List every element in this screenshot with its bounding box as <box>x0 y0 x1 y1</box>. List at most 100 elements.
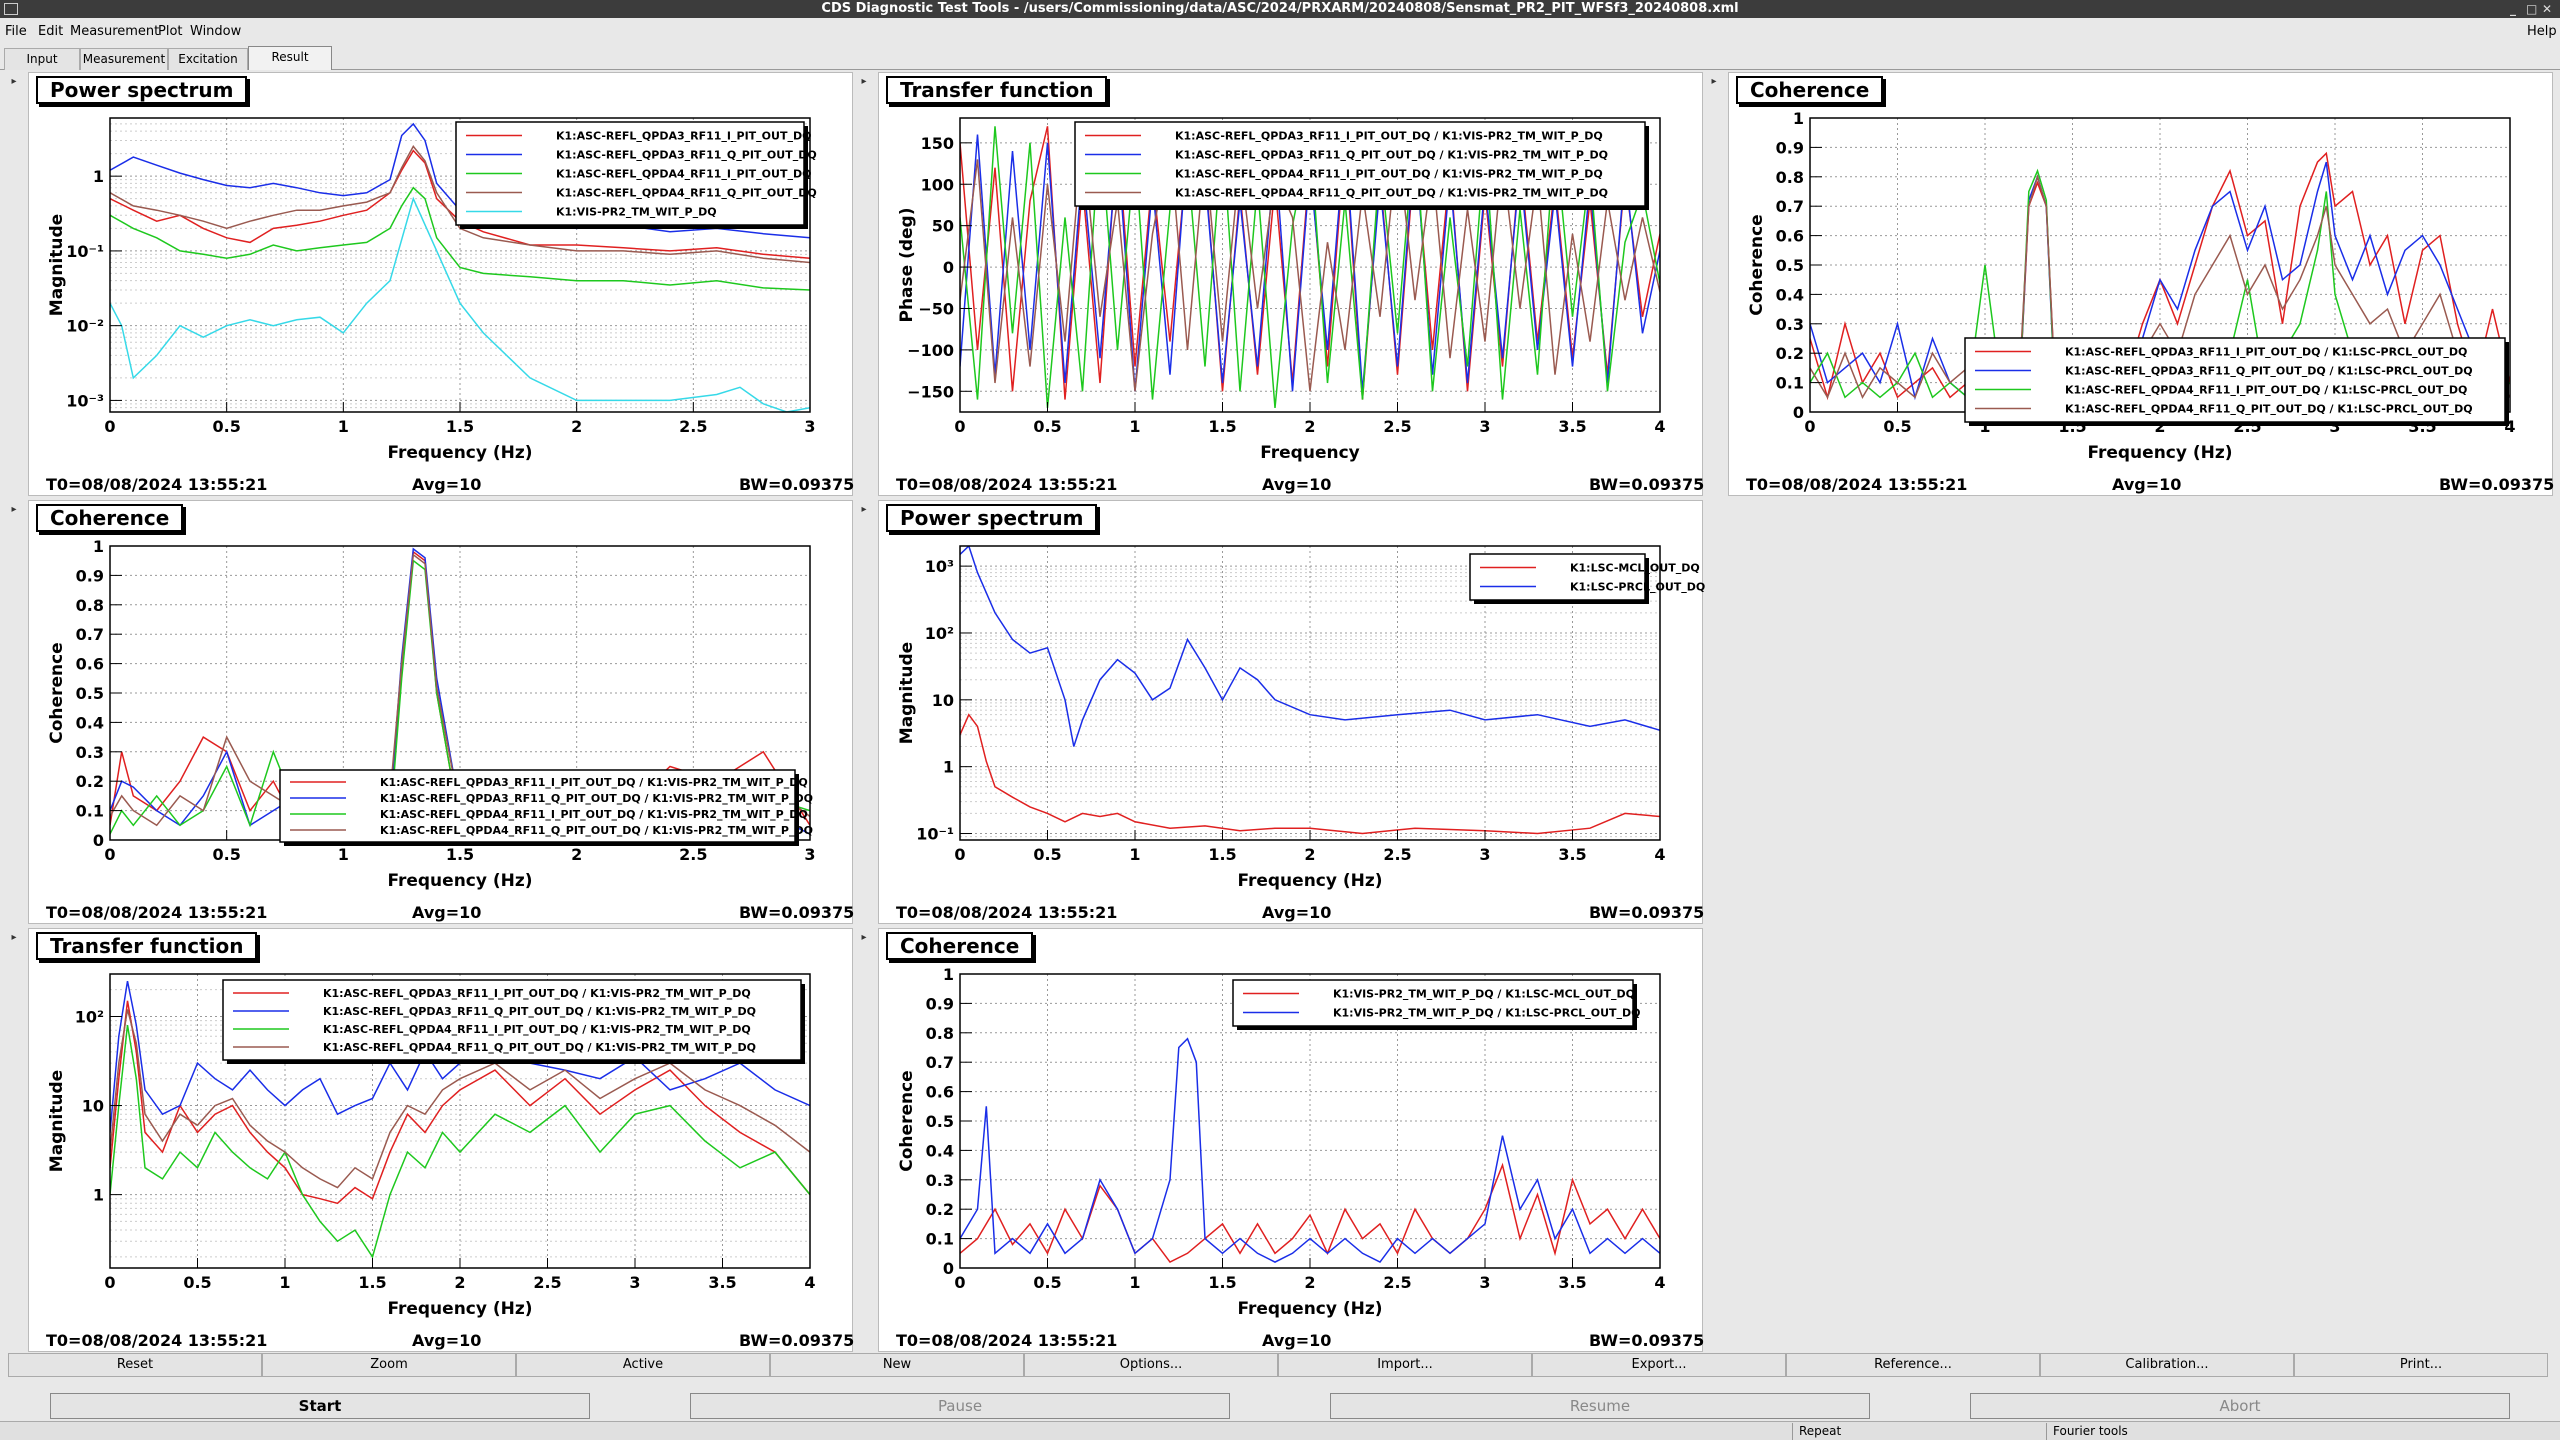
legend-label: K1:VIS-PR2_TM_WIT_P_DQ <box>556 206 717 219</box>
x-tick-label: 0 <box>954 417 965 436</box>
y-tick-label: 10² <box>925 624 954 643</box>
legend-label: K1:ASC-REFL_QPDA4_RF11_Q_PIT_OUT_DQ / K1… <box>2065 403 2473 416</box>
resume-button[interactable]: Resume <box>1330 1393 1870 1419</box>
footer-bw: BW=0.09375 <box>739 1331 855 1350</box>
reset-button[interactable]: Reset <box>8 1353 262 1377</box>
footer-avg: Avg=10 <box>412 903 482 922</box>
options-button[interactable]: Options... <box>1024 1353 1278 1377</box>
x-axis-label: Frequency (Hz) <box>1237 1299 1382 1319</box>
x-tick-label: 1 <box>1129 845 1140 864</box>
status-bar: Repeat Fourier tools <box>0 1421 2560 1440</box>
zoom-button[interactable]: Zoom <box>262 1353 516 1377</box>
y-axis-label: Magnitude <box>47 214 67 316</box>
x-tick-label: 0.5 <box>1033 417 1061 436</box>
y-tick-label: 1 <box>1793 109 1804 128</box>
y-tick-label: 0 <box>943 1259 954 1278</box>
x-tick-label: 1 <box>338 845 349 864</box>
y-axis-label: Magnitude <box>897 642 917 744</box>
x-tick-label: 4 <box>1654 1273 1665 1292</box>
import-button[interactable]: Import... <box>1278 1353 1532 1377</box>
active-button[interactable]: Active <box>516 1353 770 1377</box>
x-tick-label: 1.5 <box>358 1273 386 1292</box>
footer-t0: T0=08/08/2024 13:55:21 <box>46 903 268 922</box>
legend-label: K1:ASC-REFL_QPDA4_RF11_I_PIT_OUT_DQ / K1… <box>1175 168 1603 181</box>
y-tick-label: 0.2 <box>1776 344 1804 363</box>
y-tick-label: 0.4 <box>1776 285 1804 304</box>
x-tick-label: 2 <box>1304 417 1315 436</box>
x-tick-label: 3 <box>804 845 815 864</box>
start-button[interactable]: Start <box>50 1393 590 1419</box>
footer-bw: BW=0.09375 <box>739 475 855 494</box>
footer-avg: Avg=10 <box>1262 1331 1332 1350</box>
pause-button[interactable]: Pause <box>690 1393 1230 1419</box>
y-tick-label: 0.1 <box>926 1230 954 1249</box>
x-tick-label: 0 <box>954 1273 965 1292</box>
footer-bw: BW=0.09375 <box>1589 903 1705 922</box>
footer-bw: BW=0.09375 <box>2439 475 2555 494</box>
x-tick-label: 2.5 <box>533 1273 561 1292</box>
footer-avg: Avg=10 <box>1262 903 1332 922</box>
new-button[interactable]: New <box>770 1353 1024 1377</box>
y-tick-label: 0.8 <box>1776 168 1804 187</box>
y-tick-label: 10 <box>932 691 954 710</box>
y-tick-label: 1 <box>943 965 954 984</box>
y-tick-label: 0 <box>1793 403 1804 422</box>
x-tick-label: 2 <box>454 1273 465 1292</box>
chart-power-spectrum-1[interactable]: 0 0.5 1 1.5 2 2.5 3 10⁻³ 10⁻² 10⁻¹ 1 Frequency (Hz)… <box>0 0 2560 1440</box>
legend-label: K1:ASC-REFL_QPDA3_RF11_Q_PIT_OUT_DQ / K1… <box>1175 149 1608 162</box>
x-tick-label: 2 <box>571 845 582 864</box>
x-tick-label: 1 <box>279 1273 290 1292</box>
x-tick-label: 2 <box>1304 1273 1315 1292</box>
print-button[interactable]: Print... <box>2294 1353 2548 1377</box>
x-tick-label: 3 <box>1479 845 1490 864</box>
calibration-button[interactable]: Calibration... <box>2040 1353 2294 1377</box>
x-tick-label: 0.5 <box>212 845 240 864</box>
x-tick-label: 1.5 <box>1208 845 1236 864</box>
reference-button[interactable]: Reference... <box>1786 1353 2040 1377</box>
x-tick-label: 0.5 <box>183 1273 211 1292</box>
x-tick-label: 2 <box>1304 845 1315 864</box>
y-tick-label: 0.9 <box>926 994 954 1013</box>
x-tick-label: 0 <box>954 845 965 864</box>
x-tick-label: 1.5 <box>1208 1273 1236 1292</box>
chart-p7: 0 0.5 1 1.5 2 2.5 3 3.5 4 0 0.1 0.2 0.3 0.4 0.5 0.6 0.7 0… <box>897 965 1666 1319</box>
legend-label: K1:LSC-PRCL_OUT_DQ <box>1570 581 1705 594</box>
x-tick-label: 3 <box>804 417 815 436</box>
x-tick-label: 3 <box>1479 417 1490 436</box>
series-line <box>110 196 810 412</box>
y-tick-label: 1 <box>93 167 104 186</box>
legend-label: K1:ASC-REFL_QPDA4_RF11_Q_PIT_OUT_DQ / K1… <box>323 1041 756 1054</box>
legend-label: K1:VIS-PR2_TM_WIT_P_DQ / K1:LSC-PRCL_OUT… <box>1333 1007 1641 1020</box>
x-tick-label: 4 <box>804 1273 815 1292</box>
y-axis-label: Coherence <box>1747 214 1767 315</box>
legend-label: K1:ASC-REFL_QPDA3_RF11_Q_PIT_OUT_DQ / K1… <box>2065 365 2473 378</box>
y-tick-label: 0.8 <box>926 1024 954 1043</box>
export-button[interactable]: Export... <box>1532 1353 1786 1377</box>
footer-avg: Avg=10 <box>1262 475 1332 494</box>
footer-bw: BW=0.09375 <box>1589 1331 1705 1350</box>
x-tick-label: 3.5 <box>708 1273 736 1292</box>
x-tick-label: 1 <box>1129 417 1140 436</box>
y-tick-label: 0.4 <box>76 713 104 732</box>
legend-label: K1:ASC-REFL_QPDA4_RF11_Q_PIT_OUT_DQ / K1… <box>1175 187 1608 200</box>
x-tick-label: 1.5 <box>1208 417 1236 436</box>
x-tick-label: 0 <box>104 1273 115 1292</box>
x-tick-label: 2.5 <box>1383 1273 1411 1292</box>
x-tick-label: 2 <box>571 417 582 436</box>
x-tick-label: 0 <box>104 845 115 864</box>
legend-label: K1:ASC-REFL_QPDA4_RF11_I_PIT_OUT_DQ / K1… <box>323 1023 751 1036</box>
footer-avg: Avg=10 <box>412 475 482 494</box>
legend-label: K1:ASC-REFL_QPDA3_RF11_I_PIT_OUT_DQ / K1… <box>380 776 808 789</box>
y-tick-label: 0.3 <box>926 1171 954 1190</box>
y-tick-label: 0.1 <box>1776 374 1804 393</box>
y-tick-label: 0.5 <box>1776 256 1804 275</box>
y-axis-label: Magnitude <box>47 1070 67 1172</box>
y-tick-label: 100 <box>921 175 954 194</box>
chart-p4: 0 0.5 1 1.5 2 2.5 3 0 0.1 0.2 0.3 0.4 0.5 0.6 0.7 0.8 0.… <box>47 537 816 891</box>
y-tick-label: 0.4 <box>926 1141 954 1160</box>
chart-p2: 0 0.5 1 1.5 2 2.5 3 3.5 4 −150 −100 −50 0 50 100 150 Fre… <box>897 117 1666 463</box>
x-axis-label: Frequency <box>1260 443 1360 463</box>
y-tick-label: 10² <box>75 1007 104 1026</box>
abort-button[interactable]: Abort <box>1970 1393 2510 1419</box>
legend-label: K1:ASC-REFL_QPDA4_RF11_Q_PIT_OUT_DQ / K1… <box>380 824 813 837</box>
